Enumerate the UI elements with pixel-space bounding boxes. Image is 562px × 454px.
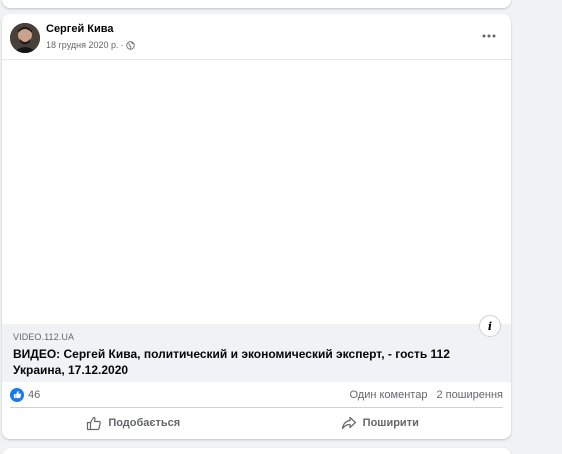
- thumbs-up-glyph: [13, 390, 21, 399]
- like-button-label: Подобається: [108, 417, 181, 429]
- link-domain: VIDEO.112.UA: [13, 332, 75, 342]
- video-player[interactable]: [2, 59, 511, 324]
- post-date[interactable]: 18 грудня 2020 р.: [46, 40, 119, 50]
- like-icon: [10, 387, 24, 402]
- author-name[interactable]: Сергей Кива: [46, 23, 114, 35]
- more-options-button[interactable]: [477, 28, 501, 44]
- shares-count[interactable]: 2 поширення: [436, 389, 503, 401]
- meta-separator: ·: [120, 40, 124, 50]
- reaction-count: 46: [28, 388, 41, 401]
- like-button[interactable]: Подобається: [10, 410, 257, 436]
- globe-icon: [125, 40, 135, 50]
- next-post-card: [2, 448, 511, 454]
- post-card: Сергей Кива 18 грудня 2020 р. · i VIDEO.…: [2, 14, 511, 439]
- avatar[interactable]: [10, 23, 40, 53]
- more-horizontal-icon: [482, 34, 496, 38]
- engagement-counts: Один коментар 2 поширення: [349, 389, 503, 401]
- thumbs-up-icon: [87, 416, 102, 430]
- post-meta: 18 грудня 2020 р. ·: [46, 40, 135, 50]
- info-button[interactable]: i: [479, 315, 501, 337]
- share-icon: [341, 416, 356, 430]
- reactions-summary[interactable]: 46: [10, 387, 41, 402]
- info-icon: i: [487, 319, 493, 333]
- post-actions: Подобається Поширити: [10, 410, 503, 436]
- post-header: Сергей Кива 18 грудня 2020 р. ·: [2, 14, 511, 59]
- link-preview[interactable]: VIDEO.112.UA ВИДЕО: Сергей Кива, политич…: [2, 324, 511, 382]
- share-button[interactable]: Поширити: [257, 410, 504, 436]
- share-button-label: Поширити: [362, 417, 419, 429]
- post-stats: 46 Один коментар 2 поширення: [10, 382, 503, 408]
- comments-count[interactable]: Один коментар: [349, 389, 427, 401]
- avatar-photo: [10, 23, 40, 53]
- previous-post-card: [2, 0, 511, 8]
- link-title: ВИДЕО: Сергей Кива, политический и эконо…: [13, 347, 450, 377]
